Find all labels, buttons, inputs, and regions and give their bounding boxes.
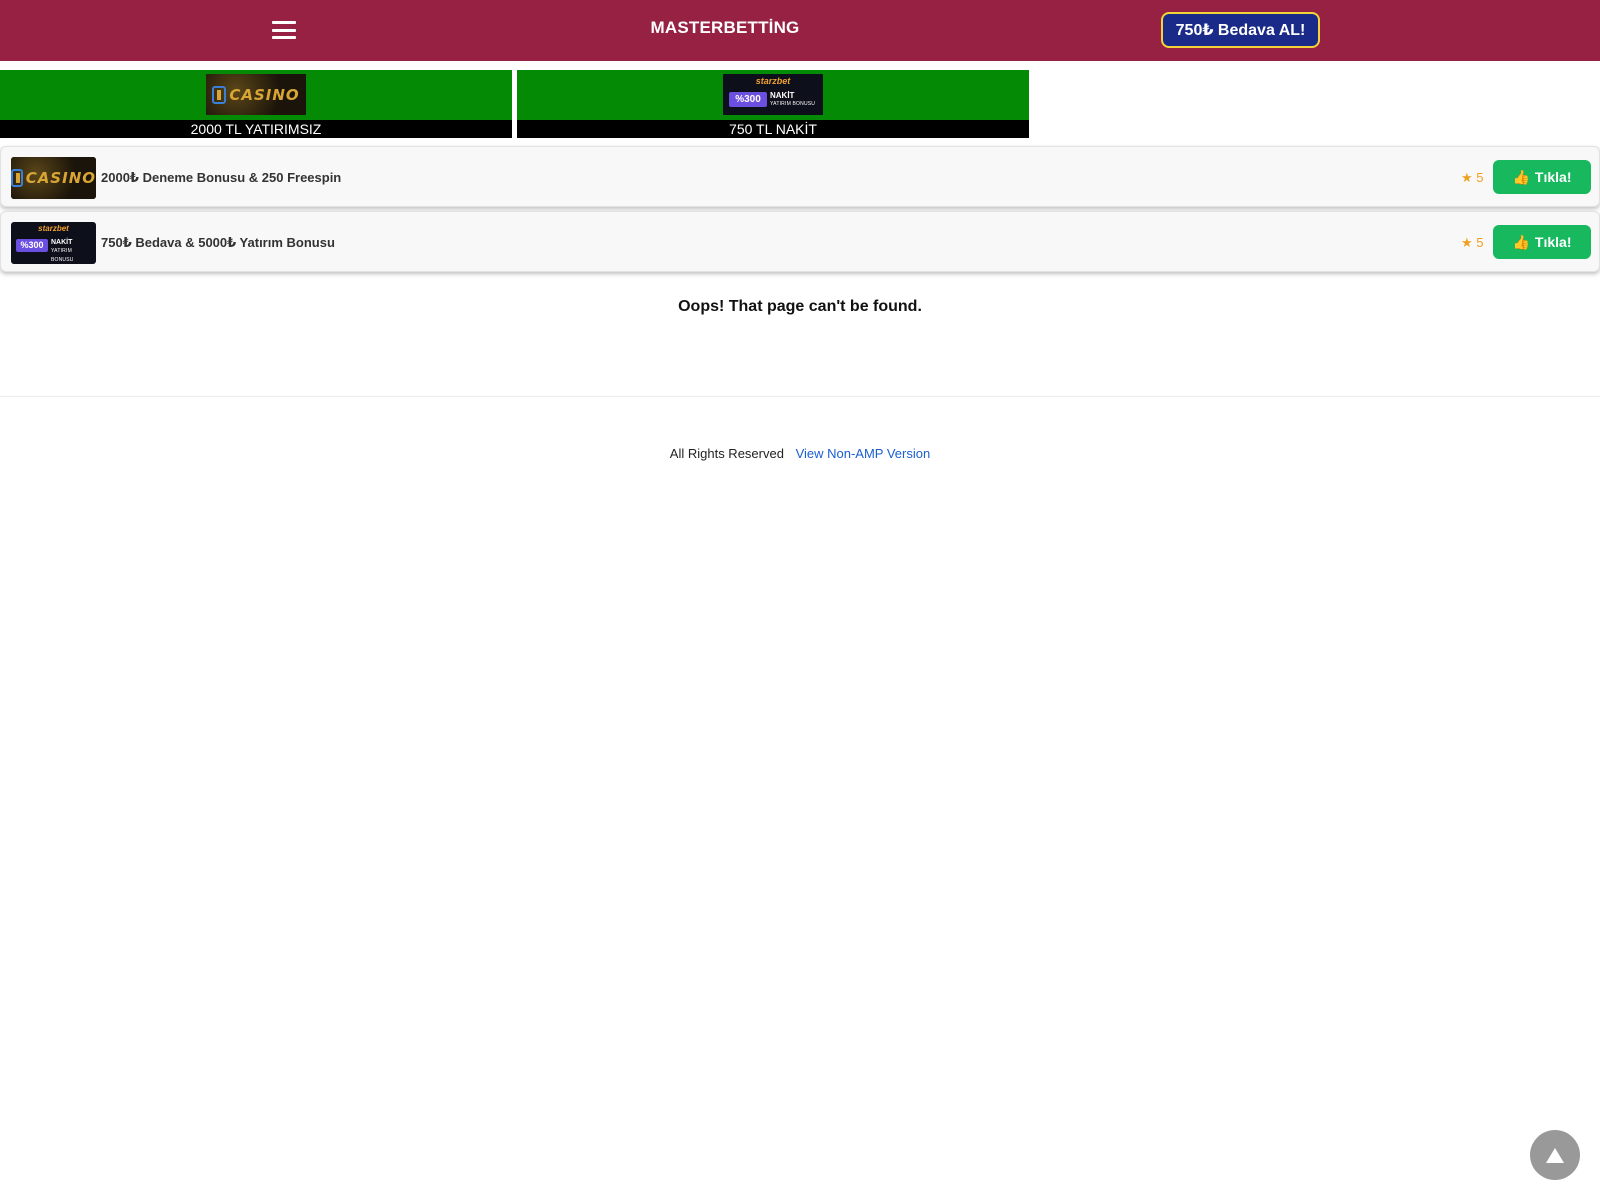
non-amp-version-link[interactable]: View Non-AMP Version bbox=[796, 446, 931, 461]
casino-logo-text: CASINO bbox=[25, 169, 96, 187]
back-to-top-button[interactable] bbox=[1530, 1130, 1580, 1180]
casino-logo-text: CASINO bbox=[229, 85, 300, 104]
arrow-up-icon bbox=[1546, 1147, 1564, 1163]
starzbet-line2: YATIRIM BONUSU bbox=[51, 248, 74, 263]
cta-bonus-button[interactable]: 750₺ Bedava AL! bbox=[1161, 12, 1320, 48]
hamburger-menu-icon[interactable] bbox=[272, 21, 296, 39]
banner-casino[interactable]: CASINO 2000 TL YATIRIMSIZ bbox=[0, 70, 512, 138]
page-not-found-message: Oops! That page can't be found. bbox=[678, 298, 922, 315]
starzbet-brand-text: starzbet bbox=[38, 224, 69, 233]
starzbet-line2: YATIRIM BONUSU bbox=[770, 101, 816, 107]
offer-title: 2000₺ Deneme Bonusu & 250 Freespin bbox=[101, 170, 342, 185]
offer-click-button[interactable]: 👍 Tıkla! bbox=[1493, 225, 1591, 259]
banner-starzbet[interactable]: starzbet %300 NAKİT YATIRIM BONUSU 750 T… bbox=[517, 70, 1029, 138]
offer-rating: ★ 5 bbox=[1461, 235, 1484, 250]
offer-title: 750₺ Bedava & 5000₺ Yatırım Bonusu bbox=[101, 235, 335, 250]
offer-rating: ★ 5 bbox=[1461, 170, 1484, 185]
site-title[interactable]: MASTERBETTİNG bbox=[600, 18, 850, 38]
starzbet-logo: starzbet %300 NAKİT YATIRIM BONUSU bbox=[723, 74, 823, 115]
site-header: MASTERBETTİNG 750₺ Bedava AL! bbox=[0, 0, 1600, 61]
offer-button-label: Tıkla! bbox=[1534, 169, 1572, 185]
banner-caption: 2000 TL YATIRIMSIZ bbox=[0, 120, 512, 138]
thumbs-up-icon: 👍 bbox=[1512, 233, 1530, 250]
site-footer: All Rights Reserved View Non-AMP Version bbox=[0, 446, 1600, 461]
casino-mark-icon bbox=[11, 169, 23, 187]
offer-row-casino: CASINO 2000₺ Deneme Bonusu & 250 Freespi… bbox=[0, 146, 1600, 207]
footer-divider bbox=[0, 396, 1600, 397]
starzbet-percent-badge: %300 bbox=[16, 239, 48, 252]
starzbet-line1: NAKİT bbox=[51, 239, 73, 246]
starzbet-percent-badge: %300 bbox=[729, 92, 767, 107]
starzbet-line1: NAKİT bbox=[770, 91, 795, 100]
banner-caption: 750 TL NAKİT bbox=[517, 120, 1029, 138]
starzbet-brand-text: starzbet bbox=[755, 76, 791, 86]
footer-rights-text: All Rights Reserved bbox=[669, 446, 784, 461]
casino-logo: CASINO bbox=[206, 74, 306, 115]
offer-click-button[interactable]: 👍 Tıkla! bbox=[1493, 160, 1591, 194]
thumbs-up-icon: 👍 bbox=[1512, 168, 1530, 185]
casino-logo[interactable]: CASINO bbox=[11, 157, 96, 199]
offer-button-label: Tıkla! bbox=[1534, 234, 1572, 250]
casino-mark-icon bbox=[212, 85, 227, 104]
starzbet-nakit-text: NAKİT YATIRIM BONUSU bbox=[770, 91, 815, 109]
starzbet-logo[interactable]: starzbet %300 NAKİT YATIRIM BONUSU bbox=[11, 222, 96, 264]
starzbet-nakit-text: NAKİT YATIRIM BONUSU bbox=[51, 238, 96, 264]
offer-row-starzbet: starzbet %300 NAKİT YATIRIM BONUSU 750₺ … bbox=[0, 211, 1600, 272]
